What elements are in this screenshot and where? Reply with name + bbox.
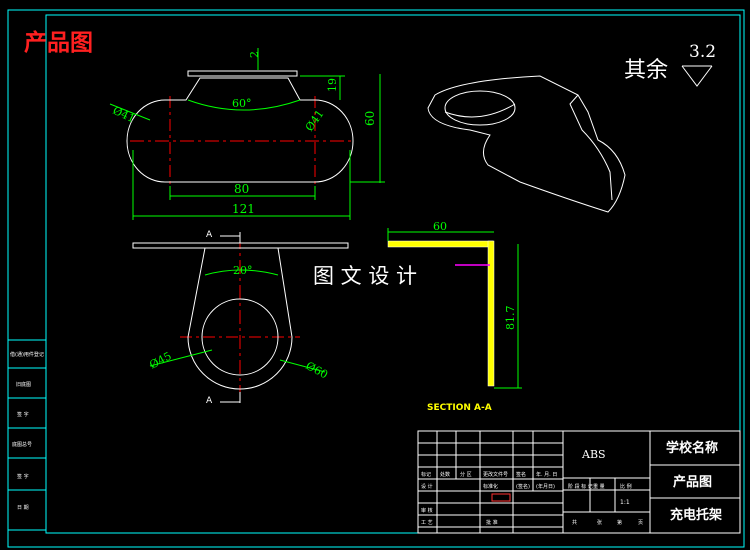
- tb-row-label-3: 更改文件号: [483, 471, 508, 478]
- section-vertical-leg: [487, 240, 495, 387]
- iso-inner-edge: [444, 103, 516, 118]
- tb-sign-label-3: (年月日): [536, 483, 555, 490]
- roughness-triangle: [681, 65, 713, 87]
- section-marker-bottom: A: [206, 396, 213, 406]
- side-label-0: 借(通)用件登记: [10, 351, 44, 358]
- tb-part-name: 充电托架: [670, 507, 722, 523]
- dim-center-distance: 80: [234, 182, 249, 196]
- section-marker-top: A: [206, 230, 213, 240]
- dim-outer-dia: Ø60: [304, 359, 330, 381]
- side-label-3: 底图总号: [12, 441, 32, 448]
- tb-sign-label-1: 标准化: [483, 483, 498, 490]
- dim-radius-left: Ø41: [111, 104, 137, 126]
- side-block: 借(通)用件登记 旧底图 签 字 底图总号 签 字 日 期: [7, 339, 47, 531]
- tb-material: ABS: [581, 448, 606, 461]
- dim-angle-front: 20°: [233, 264, 253, 277]
- tb-drawing-name: 产品图: [673, 474, 712, 490]
- dim-height-19: 19: [326, 78, 339, 92]
- tb-bottom-label-0: 审 核: [421, 507, 433, 514]
- side-label-1: 旧底图: [16, 381, 31, 388]
- tb-bottom-label-3: 共: [572, 519, 577, 526]
- tb-row-label-5: 年. 月. 日: [536, 471, 557, 478]
- title-block: ABS 学校名称 产品图 充电托架 阶 段 标 记 重 量 比 例 1:1 标记…: [417, 430, 741, 534]
- dim-hole-dia: Ø45: [147, 349, 173, 371]
- section-view: 60 81.7 SECTION A-A: [387, 220, 522, 413]
- tb-stamp: [491, 493, 511, 502]
- side-label-2: 签 字: [17, 411, 29, 418]
- tb-row-label-4: 签名: [516, 471, 526, 478]
- roughness-label: 其余: [624, 58, 668, 83]
- tb-bottom-label-1: 工 艺: [421, 520, 433, 526]
- tb-sign-label-0: 设 计: [421, 483, 433, 490]
- tb-row-label-2: 分 区: [460, 471, 472, 478]
- section-label: SECTION A-A: [427, 403, 492, 413]
- front-view: 20° Ø45 Ø60 A A: [132, 230, 349, 406]
- tb-bottom-label-4: 张: [597, 519, 602, 526]
- side-label-4: 签 字: [17, 473, 29, 480]
- tb-school: 学校名称: [666, 440, 718, 456]
- iso-side-edge: [569, 94, 613, 201]
- iso-outline: [427, 75, 626, 213]
- roughness-value: 3.2: [689, 42, 716, 62]
- tb-bottom-label-6: 页: [638, 520, 643, 526]
- dim-section-width: 60: [433, 220, 447, 233]
- tb-row-label-0: 标记: [421, 471, 431, 478]
- tb-stage-label-0: 阶 段 标 记: [568, 483, 593, 490]
- roughness-symbol: 其余 3.2: [624, 42, 716, 87]
- tb-bottom-label-2: 批 准: [486, 519, 498, 526]
- tb-stage-label-1: 重 量: [593, 483, 605, 490]
- dim-angle-top: 60°: [232, 97, 252, 110]
- side-label-5: 日 期: [17, 505, 29, 511]
- dim-height-60: 60: [363, 111, 377, 126]
- section-horizontal-leg: [387, 240, 494, 248]
- tb-stage-label-2: 比 例: [620, 483, 632, 490]
- top-flange: [187, 70, 298, 77]
- dim-overall-width: 121: [232, 202, 255, 216]
- watermark-text: 图 文 设 计: [313, 264, 417, 288]
- dim-radius-right: Ø41: [303, 107, 327, 133]
- drawing-title: 产品图: [24, 29, 93, 56]
- isometric-view: [427, 75, 626, 213]
- top-outline: [126, 77, 354, 183]
- tb-bottom-label-5: 第: [617, 519, 622, 526]
- top-view: 2 60° 19 60 Ø41 Ø41 80 121: [109, 48, 385, 220]
- tb-sign-label-2: (签名): [516, 483, 530, 490]
- tb-row-label-1: 处数: [440, 471, 450, 478]
- dim-section-height: 81.7: [504, 306, 517, 331]
- tb-scale: 1:1: [620, 499, 630, 506]
- dim-thickness: 2: [248, 51, 261, 58]
- iso-hole: [444, 90, 516, 126]
- drawing-canvas: 产品图 其余 3.2 2 60° 19 60 Ø41 Ø41 80 121 20…: [7, 9, 745, 548]
